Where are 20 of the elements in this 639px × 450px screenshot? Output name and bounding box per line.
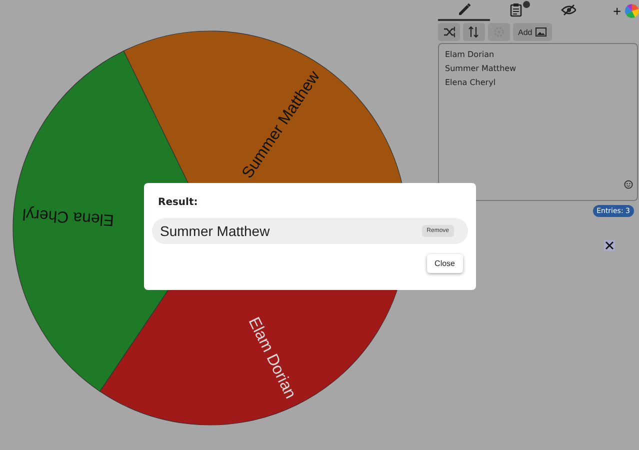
image-icon <box>535 26 548 38</box>
segment-label: Elena Cheryl <box>22 204 115 228</box>
close-icon <box>605 241 614 250</box>
clipboard-icon <box>508 2 524 17</box>
color-wheel-icon[interactable] <box>625 4 639 18</box>
toolbar-button[interactable] <box>463 23 485 41</box>
badge-icon <box>522 1 530 8</box>
shuffle-icon <box>443 26 455 38</box>
close-button[interactable]: Close <box>426 254 463 273</box>
eye-slash-icon <box>561 2 576 17</box>
smiley-icon <box>624 180 633 189</box>
dialog-title: Result: <box>158 197 199 208</box>
pencil-icon <box>456 2 472 17</box>
toolbar-button[interactable] <box>438 23 460 41</box>
add-button[interactable]: + <box>608 2 626 18</box>
add-image-button[interactable]: Add <box>513 23 552 41</box>
segment-label: Elam Dorian <box>244 314 299 402</box>
entries-text-area[interactable]: Elam Dorian Summer Matthew Elena Cheryl <box>438 43 638 201</box>
sort-icon <box>468 26 480 38</box>
result-name: Summer Matthew <box>160 223 270 239</box>
